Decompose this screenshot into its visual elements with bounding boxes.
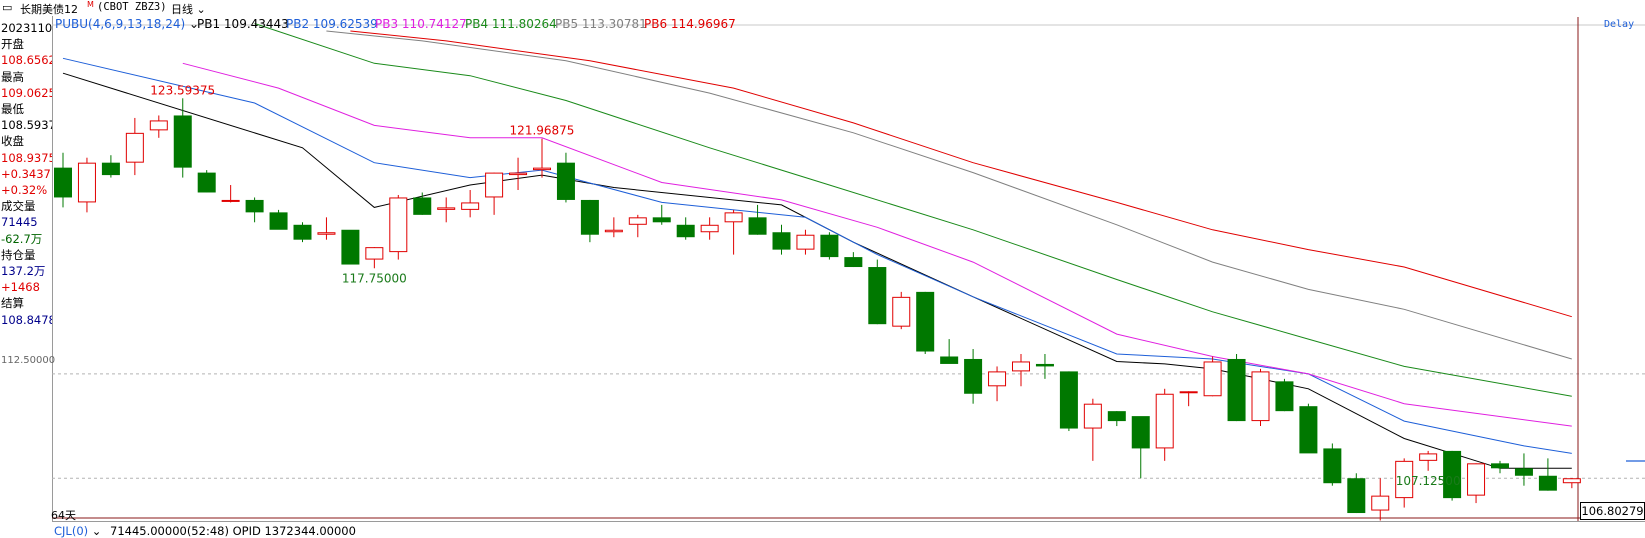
candle-body bbox=[940, 356, 959, 364]
candle-body bbox=[485, 172, 504, 198]
candle-body bbox=[1491, 463, 1509, 469]
candlestick-chart: 123.59375 121.96875 117.75000 107.12500 bbox=[52, 17, 1645, 537]
candle-body bbox=[1035, 363, 1054, 367]
legend-item: PB3 110.74127 bbox=[375, 17, 467, 31]
candle-body bbox=[293, 224, 312, 240]
pb-line-pb6 bbox=[350, 30, 1572, 318]
candle-body bbox=[988, 371, 1007, 387]
candle-body bbox=[54, 167, 72, 198]
legend-item: PB6 114.96967 bbox=[644, 17, 736, 31]
candle-body bbox=[772, 232, 791, 250]
legend-item: PB1 109.43443 bbox=[197, 17, 289, 31]
candle-body bbox=[1107, 411, 1126, 422]
candle-body bbox=[1467, 463, 1486, 496]
candle-body bbox=[1155, 393, 1174, 449]
candle-body bbox=[1131, 416, 1150, 449]
pb-line-pb1 bbox=[62, 72, 1572, 469]
candle-body bbox=[365, 247, 384, 260]
legend-item: PB2 109.62539 bbox=[286, 17, 378, 31]
delay-label: Delay bbox=[1604, 19, 1635, 30]
candle-body bbox=[700, 224, 719, 233]
candle-body bbox=[652, 217, 671, 223]
candle-body bbox=[1251, 371, 1270, 422]
volume-indicator-name: CJL(0) bbox=[54, 524, 89, 538]
candle-body bbox=[77, 162, 96, 203]
candle-body bbox=[724, 212, 743, 223]
candle-body bbox=[1083, 403, 1102, 429]
candle-body bbox=[1562, 478, 1581, 484]
legend-item: PB5 113.30781 bbox=[555, 17, 647, 31]
volume-indicator-selector[interactable]: CJL(0) ⌄ bbox=[54, 524, 101, 538]
candle-body bbox=[197, 172, 216, 193]
candle-body bbox=[1299, 406, 1318, 454]
candle-body bbox=[1323, 448, 1342, 484]
candle-body bbox=[221, 199, 240, 202]
candle-body bbox=[1371, 495, 1390, 511]
candle-body bbox=[269, 212, 288, 230]
candle-body bbox=[916, 291, 935, 352]
candle-body bbox=[437, 207, 456, 210]
candle-body bbox=[1347, 478, 1366, 514]
volume-indicator-bar: CJL(0) ⌄ 71445.00000(52:48) OPID 1372344… bbox=[52, 521, 1645, 538]
candle-body bbox=[676, 224, 695, 238]
price-annotation: 121.96875 bbox=[510, 124, 575, 138]
candle-body bbox=[556, 162, 575, 200]
candle-body bbox=[125, 132, 144, 163]
candle-body bbox=[748, 217, 767, 235]
candle-body bbox=[1059, 371, 1078, 429]
candle-body bbox=[1538, 475, 1557, 491]
candle-body bbox=[964, 358, 983, 394]
candle-body bbox=[580, 199, 599, 235]
price-annotation: 117.75000 bbox=[342, 271, 407, 285]
candle-body bbox=[844, 257, 863, 268]
candle-body bbox=[892, 296, 911, 327]
candle-body bbox=[149, 120, 168, 131]
indicator-name: PUBU(4,6,9,13,18,24) bbox=[55, 17, 186, 31]
candle-body bbox=[604, 229, 623, 233]
candle-body bbox=[1514, 468, 1533, 476]
candle-body bbox=[461, 202, 480, 210]
candle-body bbox=[796, 234, 815, 250]
candle-body bbox=[1203, 361, 1222, 397]
candle-body bbox=[413, 197, 432, 215]
candle-body bbox=[317, 232, 336, 235]
candle-body bbox=[389, 197, 408, 253]
candle-body bbox=[1419, 453, 1438, 461]
volume-readout: 71445.00000(52:48) OPID 1372344.00000 bbox=[110, 524, 356, 538]
grid-price-label: 112.50000 bbox=[1, 355, 56, 366]
candle-body bbox=[533, 167, 551, 171]
candle-body bbox=[173, 115, 192, 168]
price-annotation: 123.59375 bbox=[150, 83, 215, 97]
candle-body bbox=[628, 217, 647, 225]
candle-body bbox=[820, 234, 839, 258]
chevron-down-icon: ⌄ bbox=[88, 524, 102, 538]
candle-body bbox=[1179, 391, 1198, 394]
candle-body bbox=[101, 162, 120, 176]
candle-body bbox=[1012, 361, 1030, 372]
price-annotation: 107.12500 bbox=[1396, 474, 1461, 488]
candle-body bbox=[245, 199, 264, 213]
candle-body bbox=[341, 229, 360, 265]
legend-item: PB4 111.80264 bbox=[465, 17, 557, 31]
current-price-label: 106.80279 bbox=[1580, 502, 1645, 520]
candle-body bbox=[868, 267, 887, 325]
candle-body bbox=[1227, 358, 1246, 422]
indicator-selector[interactable]: PUBU(4,6,9,13,18,24) ⌄ bbox=[55, 17, 199, 31]
candle-body bbox=[509, 172, 528, 176]
pb-line-pb5 bbox=[326, 30, 1572, 360]
candle-body bbox=[1275, 381, 1294, 412]
